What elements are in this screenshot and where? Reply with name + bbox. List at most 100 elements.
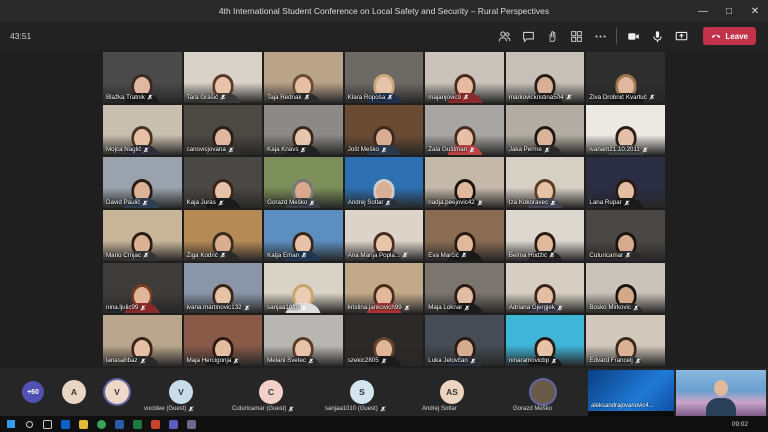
participant-video-tile[interactable]: nina.ljulic99: [103, 262, 182, 314]
windows-start-icon[interactable]: [4, 417, 18, 431]
participant-video-tile[interactable]: Maja Hercigonja: [183, 315, 263, 366]
participant-video-tile[interactable]: Klara Ropoša: [344, 52, 424, 103]
microphone-icon: [653, 30, 662, 42]
participant-name: Melani Svetec: [267, 357, 307, 364]
microphone-button[interactable]: [645, 24, 669, 48]
task-view-icon[interactable]: [40, 417, 54, 431]
participant-name: Iza Kokoravec: [508, 199, 549, 206]
participant-video-tile[interactable]: Kaja Knavs: [264, 104, 343, 156]
participant-video-tile[interactable]: Belma Hodžić: [505, 210, 585, 261]
participant-video-tile[interactable]: Edvard Francelj: [586, 315, 665, 366]
participant-video-tile[interactable]: ivanam21.10.2011: [586, 104, 665, 156]
participant-video-tile[interactable]: Luka Jelovčan: [425, 315, 504, 366]
file-explorer-icon[interactable]: [76, 417, 90, 431]
maximize-icon[interactable]: □: [716, 0, 742, 22]
participant-video-tile[interactable]: Jaka Perme: [505, 104, 585, 156]
participant-video-tile[interactable]: Jošt Meško: [344, 104, 424, 156]
participant-video-tile[interactable]: Kaja Juras: [183, 157, 263, 208]
participant-video-tile[interactable]: szekic2805: [344, 315, 424, 366]
microphone-off-icon: [309, 199, 315, 206]
more-participants-button[interactable]: +60: [22, 381, 44, 403]
title-bar: 4th International Student Conference on …: [0, 0, 768, 22]
participant-avatar[interactable]: V: [169, 380, 193, 404]
participant-video-tile[interactable]: sanjaa1010: [264, 262, 343, 314]
participant-video-tile[interactable]: markovickristina504: [505, 52, 585, 103]
microphone-off-icon: [633, 305, 639, 311]
camera-button[interactable]: [621, 24, 645, 48]
participant-video-tile[interactable]: Tara Grašič: [183, 52, 263, 103]
participant-video-tile[interactable]: Žiga Kodrič: [183, 210, 263, 261]
participant-video-tile[interactable]: Taja Rednak: [264, 52, 343, 103]
participant-video-tile[interactable]: lanasahbaz: [103, 315, 182, 366]
excel-icon[interactable]: [130, 417, 144, 431]
chat-button[interactable]: [516, 24, 540, 48]
participant-video-tile[interactable]: kristina.jankovich99: [344, 262, 424, 314]
share-screen-button[interactable]: [669, 24, 693, 48]
close-icon[interactable]: ✕: [742, 0, 768, 22]
participant-video-tile[interactable]: Ana Marija Popla...: [344, 210, 424, 261]
participant-name: ivanam21.10.2011: [589, 146, 640, 154]
participant-strip-name: vucidee (Guest): [144, 406, 194, 412]
participant-avatar[interactable]: A: [62, 380, 86, 404]
search-icon[interactable]: [22, 417, 36, 431]
participant-video-tile[interactable]: Cuturicamar: [586, 210, 665, 261]
participant-video-tile[interactable]: Andrej Sotlar: [344, 157, 424, 208]
participant-video-tile[interactable]: nadja.peejovic42: [425, 157, 504, 208]
participant-name-label: David Paulič: [106, 199, 149, 206]
participant-name: Mario Crnjac: [106, 251, 142, 259]
self-video-preview[interactable]: [676, 370, 766, 416]
participant-video-tile[interactable]: Blažka Tratnik: [103, 52, 182, 103]
outlook-icon[interactable]: [58, 417, 72, 431]
screen-share-preview[interactable]: aleksandrajovanovic4...: [588, 370, 674, 416]
participant-video-tile[interactable]: Mojca Naglič: [103, 104, 182, 156]
participant-video-tile[interactable]: canovicjovana: [183, 104, 263, 156]
participant-video-tile[interactable]: Mario Crnjac: [103, 210, 182, 261]
breakout-rooms-button[interactable]: [564, 24, 588, 48]
participant-avatar[interactable]: C: [259, 380, 283, 404]
participant-video-tile[interactable]: Gorazd Meško: [264, 157, 343, 208]
participant-avatar[interactable]: V: [105, 380, 129, 404]
participant-video-tile[interactable]: Bosko Mirkovic: [586, 262, 665, 314]
participant-video-tile[interactable]: Adriana Gjergjek: [505, 262, 585, 314]
minimize-icon[interactable]: —: [690, 0, 716, 22]
microphone-off-icon: [557, 305, 563, 311]
microphone-off-icon: [143, 147, 150, 153]
participant-video-tile[interactable]: Eva Marčič: [425, 210, 504, 261]
participant-avatar[interactable]: S: [350, 380, 374, 404]
participant-video-tile[interactable]: Živa Drobnič Kvartuč: [586, 52, 665, 103]
microphone-off-icon: [308, 357, 314, 364]
hand-icon: [549, 30, 556, 42]
participant-video-tile[interactable]: Melani Svetec: [264, 315, 343, 366]
participant-name-label: Maja Hercigonja: [187, 357, 240, 364]
app-icon[interactable]: [184, 417, 198, 431]
teams-icon[interactable]: [166, 417, 180, 431]
meeting-toolbar: 43:51 Leave: [0, 22, 768, 50]
participant-video-tile[interactable]: majanjovic9: [425, 52, 504, 103]
participant-name-label: ivanam21.10.2011: [589, 146, 648, 154]
participant-avatar[interactable]: [531, 380, 555, 404]
participant-video-tile[interactable]: Maja Loknar: [425, 262, 504, 314]
participant-video-tile[interactable]: Lana Rupar: [586, 157, 665, 208]
reactions-button[interactable]: [540, 24, 564, 48]
powerpoint-icon[interactable]: [148, 417, 162, 431]
window-title: 4th International Student Conference on …: [218, 6, 550, 16]
participant-video-tile[interactable]: ivana.martinovic132: [183, 262, 263, 314]
participant-avatar[interactable]: AS: [440, 380, 464, 404]
more-actions-button[interactable]: [588, 24, 612, 48]
participant-video-tile[interactable]: ninaramovicbp: [505, 315, 585, 366]
leave-button[interactable]: Leave: [703, 27, 756, 45]
participant-name-label: Jaka Perme: [509, 146, 550, 153]
microphone-off-icon: [402, 252, 408, 258]
word-icon[interactable]: [112, 417, 126, 431]
participant-name-label: nina.ljulic99: [106, 304, 146, 311]
participant-video-tile[interactable]: Katja Eman: [264, 210, 343, 261]
participant-video-tile[interactable]: David Paulič: [103, 157, 182, 208]
participant-name-label: Gorazd Meško: [267, 199, 315, 206]
participant-name-label: Andrej Sotlar: [348, 199, 392, 206]
participant-video-tile[interactable]: Zala Guštman: [425, 104, 504, 156]
participant-video-tile[interactable]: Iza Kokoravec: [505, 157, 585, 208]
participants-button[interactable]: [492, 24, 516, 48]
chrome-icon[interactable]: [94, 417, 108, 431]
phone-hangup-icon: [711, 34, 721, 38]
participant-name: ninaramovicbp: [508, 357, 550, 364]
